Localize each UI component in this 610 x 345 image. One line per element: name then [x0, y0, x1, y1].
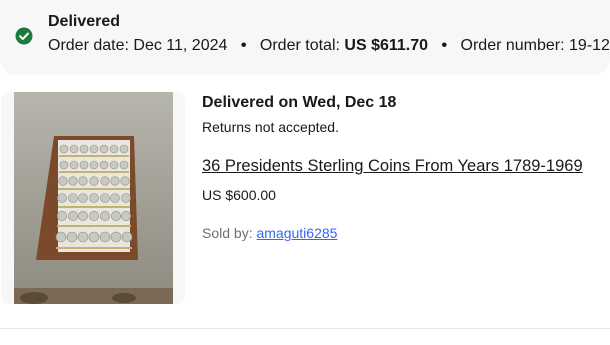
check-circle-icon	[15, 27, 33, 45]
order-number-label: Order number:	[460, 37, 565, 54]
order-total-label: Order total:	[259, 37, 340, 54]
order-status: Delivered	[48, 13, 121, 30]
item-thumbnail-frame[interactable]	[1, 92, 185, 304]
item-thumbnail[interactable]	[14, 92, 173, 304]
sold-by: Sold by: amaguti6285	[202, 225, 337, 241]
order-date: Dec 11, 2024	[133, 37, 228, 54]
delivery-status: Delivered on Wed, Dec 18	[202, 94, 397, 111]
divider	[0, 328, 610, 329]
item-price: US $600.00	[202, 187, 276, 203]
returns-policy: Returns not accepted.	[202, 119, 339, 135]
order-date-label: Order date:	[48, 37, 129, 54]
order-summary-header: Delivered Order date: Dec 11, 2024 • Ord…	[0, 0, 610, 75]
sold-by-label: Sold by:	[202, 225, 253, 241]
order-total: US $611.70	[344, 37, 429, 54]
order-meta: Order date: Dec 11, 2024 • Order total: …	[48, 37, 610, 55]
separator-dot: •	[441, 37, 448, 54]
separator-dot: •	[240, 37, 247, 54]
seller-link[interactable]: amaguti6285	[256, 225, 337, 241]
order-number: 19-12	[569, 37, 610, 54]
item-title-link[interactable]: 36 Presidents Sterling Coins From Years …	[202, 157, 583, 176]
